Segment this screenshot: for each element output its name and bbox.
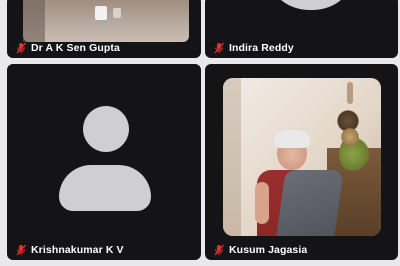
participant-name-label: Krishnakumar K V — [15, 244, 124, 256]
video-person-saree — [276, 170, 344, 236]
video-person-arm — [255, 182, 269, 224]
video-figure — [113, 8, 121, 18]
participant-name: Indira Reddy — [229, 42, 294, 54]
participant-tile-krishnakumar-k-v[interactable]: Krishnakumar K V — [7, 64, 201, 260]
person-placeholder-icon — [265, 0, 357, 10]
participant-tile-dr-a-k-sen-gupta[interactable]: Dr A K Sen Gupta — [7, 0, 201, 58]
participant-tile-kusum-jagasia[interactable]: Kusum Jagasia — [205, 64, 398, 260]
video-background-lamp — [347, 82, 353, 104]
participant-grid: Dr A K Sen Gupta Indira Reddy Krishnakum… — [0, 0, 400, 266]
mic-off-icon — [213, 42, 225, 54]
participant-name-label: Kusum Jagasia — [213, 244, 307, 256]
mic-off-icon — [15, 42, 27, 54]
mic-off-icon — [213, 244, 225, 256]
video-person-hair — [274, 130, 310, 148]
participant-name-label: Dr A K Sen Gupta — [15, 42, 120, 54]
person-placeholder-icon — [83, 106, 129, 152]
participant-name: Kusum Jagasia — [229, 244, 308, 256]
participant-name: Krishnakumar K V — [31, 244, 124, 256]
participant-name: Dr A K Sen Gupta — [31, 42, 120, 54]
video-figure — [95, 6, 107, 20]
video-background-door — [223, 78, 241, 236]
person-placeholder-body — [59, 165, 151, 211]
video-shadow — [23, 0, 45, 42]
video-background-plant — [341, 126, 359, 148]
mic-off-icon — [15, 244, 27, 256]
participant-video — [223, 78, 381, 236]
participant-tile-indira-reddy[interactable]: Indira Reddy — [205, 0, 398, 58]
participant-name-label: Indira Reddy — [213, 42, 294, 54]
participant-video — [23, 0, 189, 42]
